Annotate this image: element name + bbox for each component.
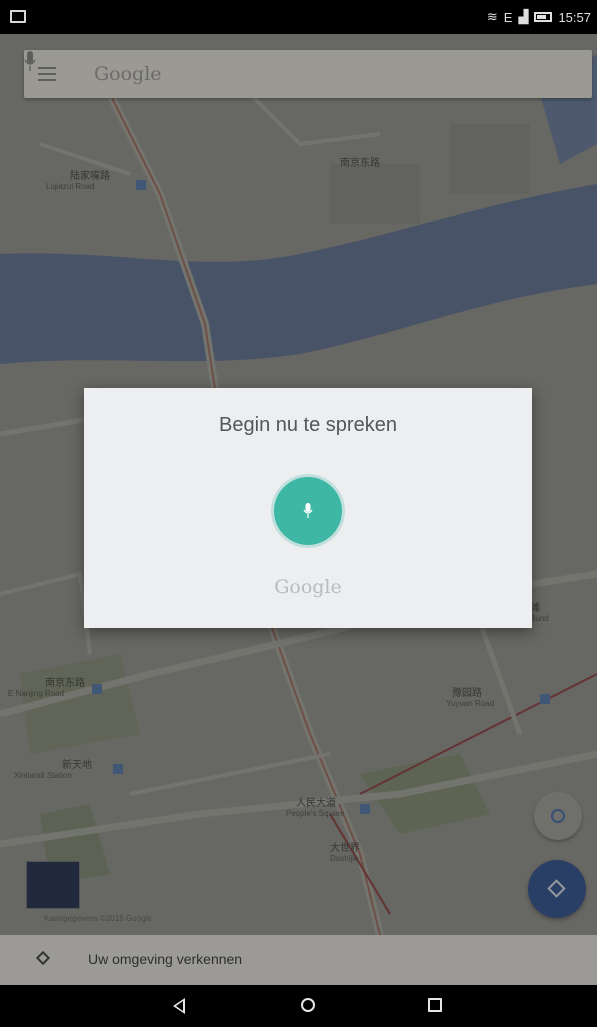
wifi-icon: ≋ bbox=[486, 9, 498, 24]
notification-icon bbox=[10, 10, 26, 23]
search-input[interactable]: Google bbox=[94, 63, 162, 85]
status-bar: ≋ E ▟ 15:57 bbox=[0, 0, 597, 34]
explore-label: Uw omgeving verkennen bbox=[88, 951, 243, 967]
microphone-icon bbox=[303, 503, 313, 518]
search-bar[interactable]: Google bbox=[24, 50, 592, 98]
voice-search-dialog: Begin nu te spreken Google bbox=[84, 388, 532, 628]
recents-icon[interactable] bbox=[428, 998, 442, 1012]
home-icon[interactable] bbox=[301, 998, 315, 1012]
back-icon[interactable] bbox=[173, 998, 185, 1014]
status-indicators: ≋ E ▟ 15:57 bbox=[487, 9, 591, 25]
screen: ≋ E ▟ 15:57 陆家嘴路 Lujiazui Road 南京东路 E Na… bbox=[0, 0, 597, 1027]
dialog-title: Begin nu te spreken bbox=[219, 414, 397, 436]
explore-icon bbox=[35, 950, 51, 966]
google-logo: Google bbox=[274, 576, 342, 598]
battery-icon bbox=[534, 12, 553, 22]
signal-icon: ▟ bbox=[518, 9, 529, 24]
explore-bar[interactable]: Uw omgeving verkennen bbox=[0, 935, 597, 985]
status-time: 15:57 bbox=[558, 9, 591, 25]
menu-icon[interactable] bbox=[38, 67, 56, 81]
navigation-bar bbox=[0, 985, 597, 1027]
microphone-button[interactable] bbox=[274, 477, 342, 545]
microphone-icon[interactable] bbox=[24, 50, 36, 72]
network-type: E bbox=[503, 9, 513, 25]
